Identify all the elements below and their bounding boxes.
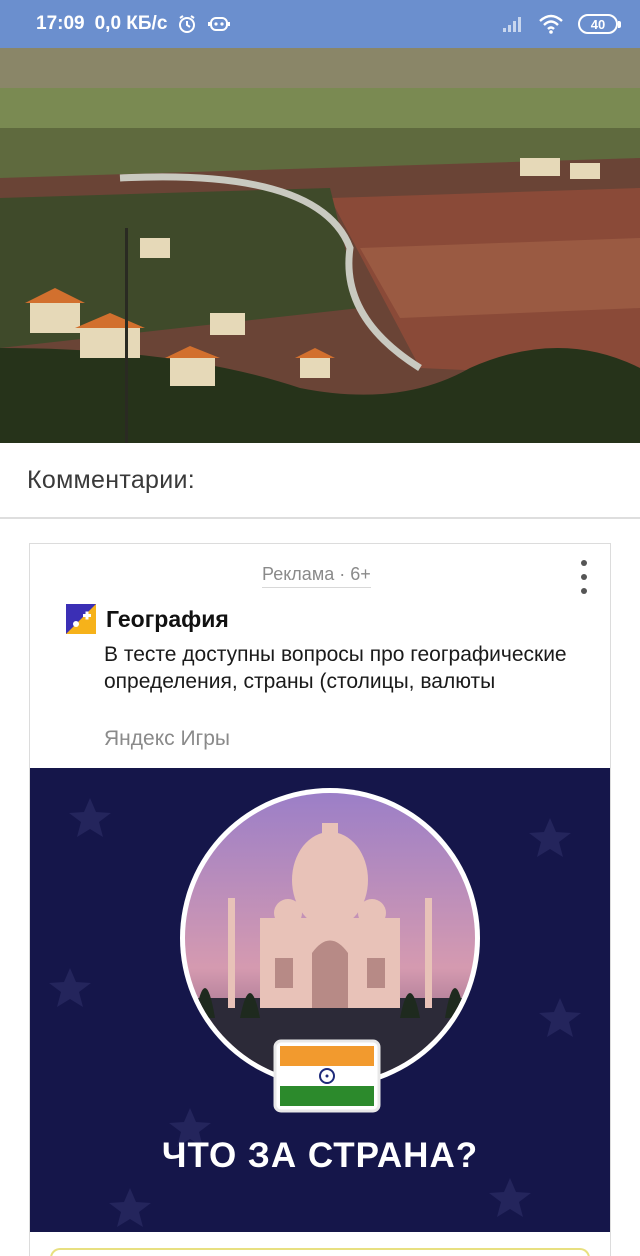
assistant-icon (207, 14, 231, 34)
india-flag-icon (273, 1039, 381, 1113)
ad-label: Реклама · 6+ (262, 564, 371, 588)
signal-icon (502, 15, 524, 33)
alarm-icon (177, 14, 197, 34)
battery-level: 40 (590, 16, 606, 32)
ad-creative-image[interactable]: ЧТО ЗА СТРАНА? (30, 768, 610, 1232)
status-bar: 17:09 0,0 КБ/с 40 (0, 0, 640, 48)
ad-creative-caption: ЧТО ЗА СТРАНА? (161, 1136, 479, 1175)
comments-header: Комментарии: (27, 466, 196, 494)
ad-cta-button[interactable] (50, 1248, 590, 1256)
section-divider (0, 517, 640, 519)
ad-brand-row[interactable]: География (66, 604, 229, 634)
more-options-icon[interactable] (578, 560, 590, 594)
ad-description: В тесте доступны вопросы про географичес… (104, 643, 567, 693)
wifi-icon (538, 14, 564, 34)
battery-icon: 40 (578, 14, 621, 34)
status-time: 17:09 (36, 13, 85, 34)
ad-source: Яндекс Игры (104, 727, 230, 750)
hero-photo[interactable] (0, 48, 640, 443)
status-network-speed: 0,0 КБ/с (94, 13, 168, 34)
hero-landscape-graphic (0, 48, 640, 443)
ad-brand-name: География (106, 605, 229, 632)
ad-card[interactable]: Реклама · 6+ География В тесте доступны … (29, 543, 611, 1256)
game-controller-logo-icon (66, 604, 96, 634)
